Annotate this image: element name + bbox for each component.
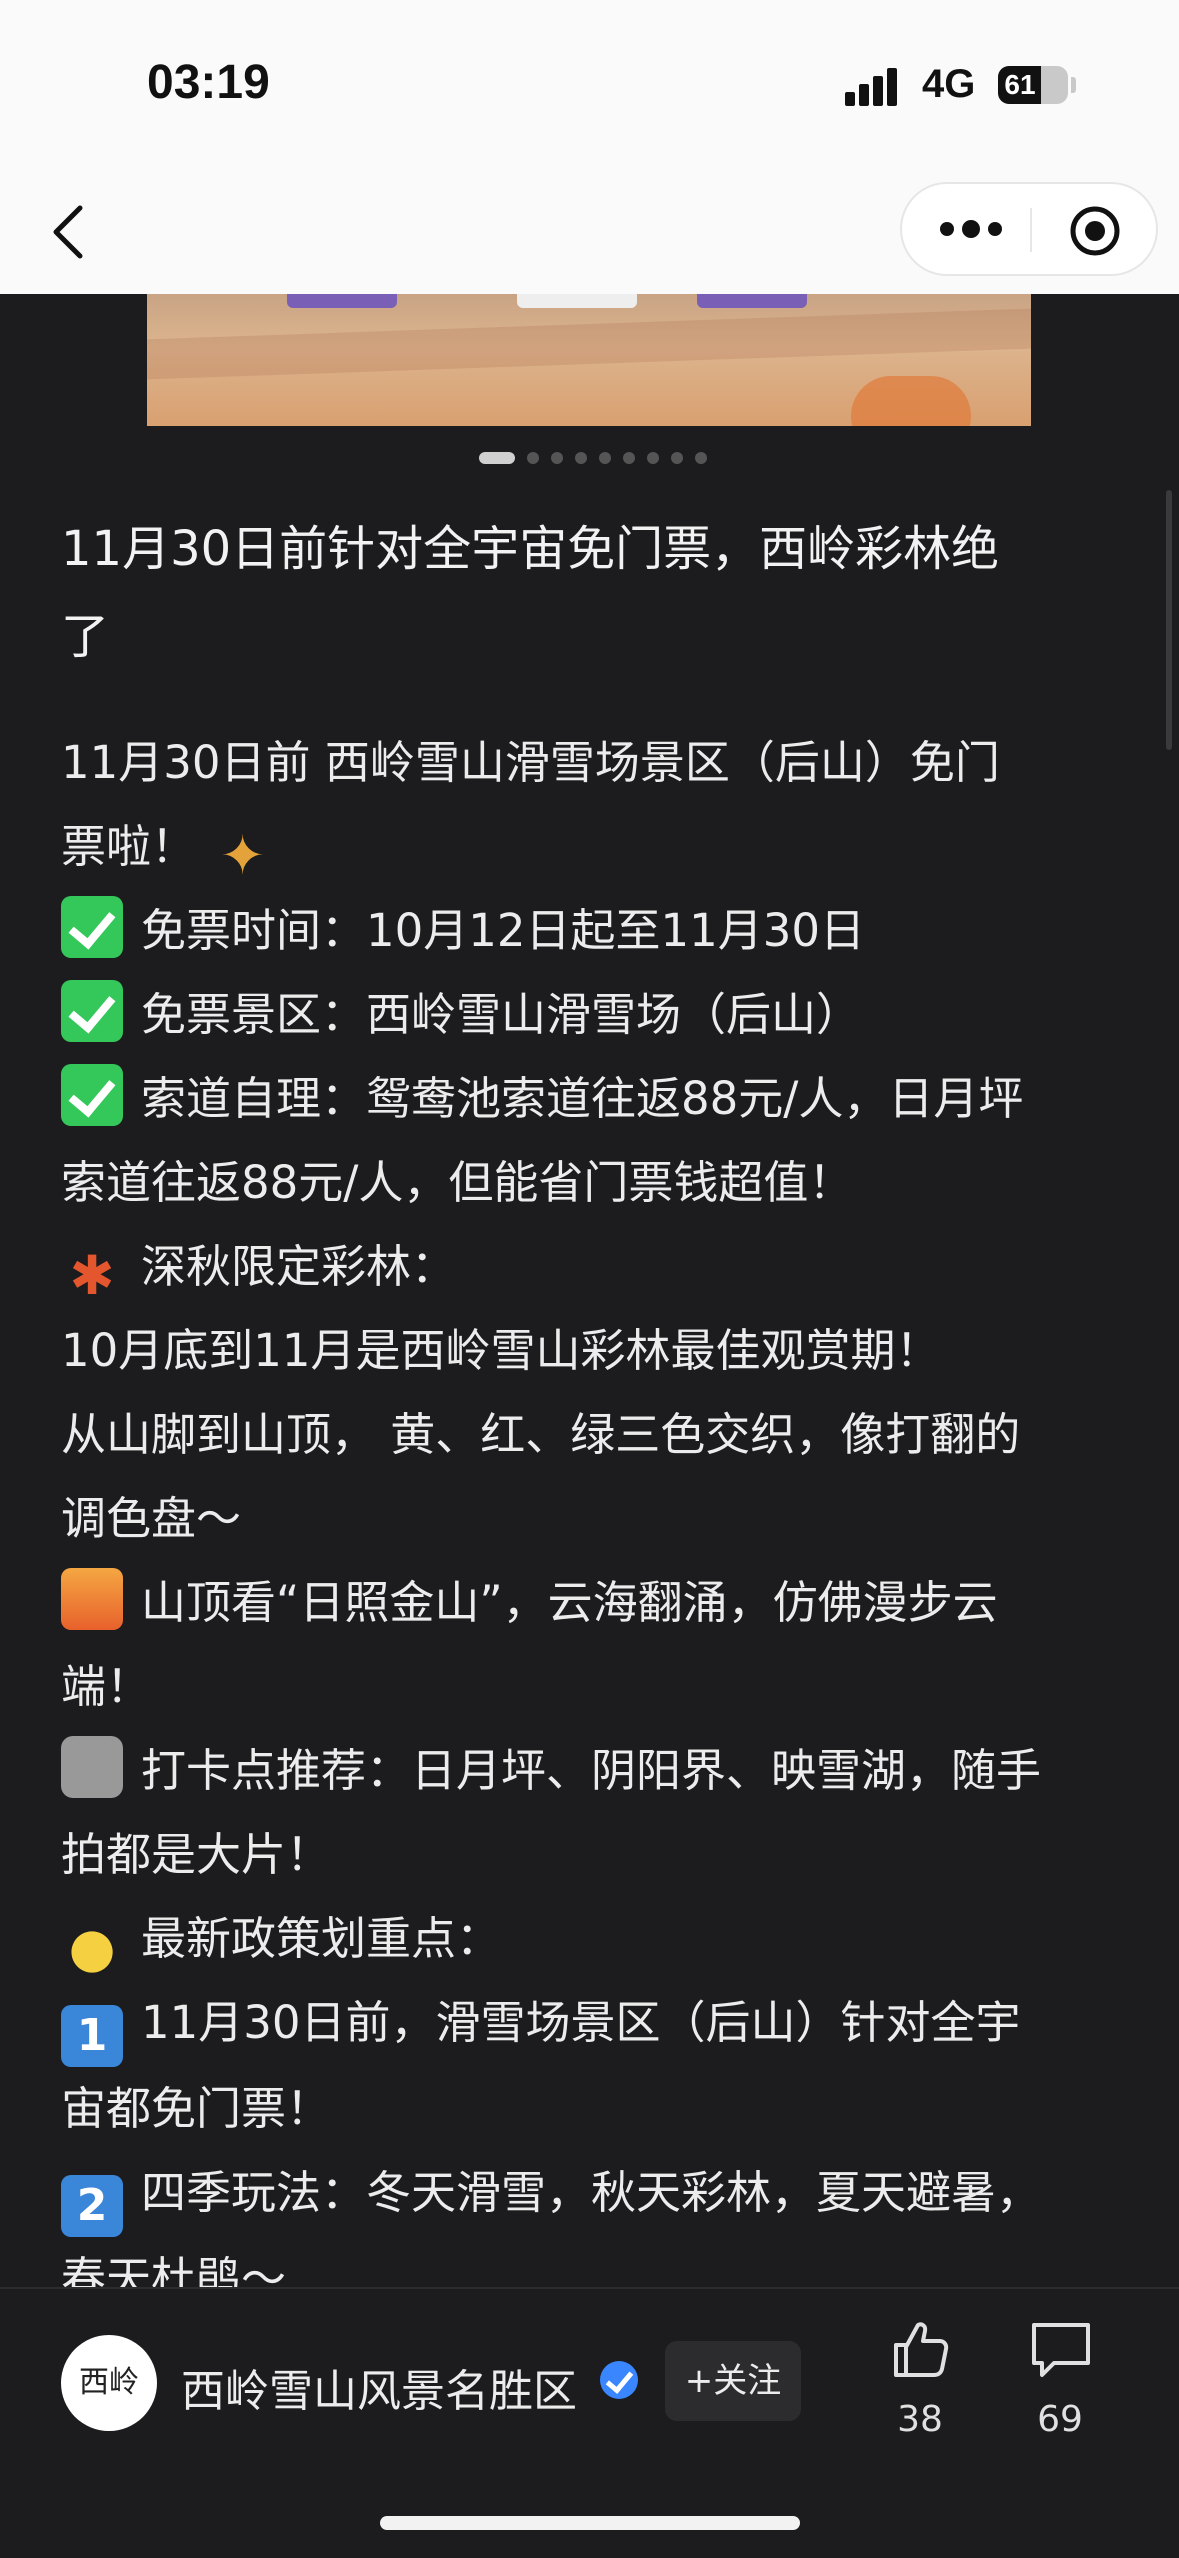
article-line-text: 四季玩法：冬天滑雪，秋天彩林，夏天避暑， <box>141 2166 1042 2219</box>
article-line-text: 索道往返88元/人，但能省门票钱超值！ <box>61 1156 854 1209</box>
check-mark-icon <box>61 980 123 1042</box>
keycap-one-icon: 1 <box>61 2005 123 2067</box>
verified-badge-icon <box>600 2361 638 2399</box>
battery-level: 61 <box>1004 69 1036 100</box>
article-line: 宙都免门票！ <box>61 2067 1121 2151</box>
article-line: 索道往返88元/人，但能省门票钱超值！ <box>61 1141 1121 1225</box>
account-name[interactable]: 西岭雪山风景名胜区 <box>181 2355 577 2419</box>
banner-decoration <box>147 308 1031 380</box>
article-line-text: 打卡点推荐：日月坪、阴阳界、映雪湖，随手 <box>141 1744 1042 1797</box>
article-line: 调色盘～ <box>61 1477 1121 1561</box>
carousel-dot[interactable] <box>599 452 611 464</box>
banner-chip <box>697 294 807 308</box>
check-mark-icon <box>61 896 123 958</box>
article: 11月30日前针对全宇宙免门票，西岭彩林绝 了 11月30日前 西岭雪山滑雪场景… <box>61 505 1121 2321</box>
article-line: 票啦！ ✦ <box>61 805 1121 889</box>
article-line-text: 山顶看“日照金山”，云海翻涌，仿佛漫步云 <box>141 1576 998 1629</box>
battery-icon: 61 <box>998 66 1068 104</box>
comment-bubble-icon[interactable] <box>1028 2319 1094 2381</box>
article-line: 打卡点推荐：日月坪、阴阳界、映雪湖，随手 <box>61 1729 1121 1813</box>
article-line: 山顶看“日照金山”，云海翻涌，仿佛漫步云 <box>61 1561 1121 1645</box>
carousel-dot[interactable] <box>479 452 515 464</box>
article-line: ● 最新政策划重点： <box>61 1897 1121 1981</box>
battery-tip <box>1071 77 1076 93</box>
check-mark-icon <box>61 1064 123 1126</box>
light-bulb-icon: ● <box>68 1916 116 1979</box>
article-line-text: 从山脚到山顶， 黄、红、绿三色交织，像打翻的 <box>61 1408 1021 1461</box>
signal-icon <box>845 66 905 106</box>
article-body: 11月30日前 西岭雪山滑雪场景区（后山）免门 票啦！ ✦ 免票时间：10月12日起至… <box>61 721 1121 2321</box>
article-title-line: 11月30日前针对全宇宙免门票，西岭彩林绝 <box>61 521 1000 577</box>
article-line-text: 11月30日前 西岭雪山滑雪场景区（后山）免门 <box>61 736 1000 789</box>
like-count: 38 <box>897 2399 943 2440</box>
sunrise-icon <box>61 1568 123 1630</box>
article-line-text: 调色盘～ <box>61 1492 242 1545</box>
article-title: 11月30日前针对全宇宙免门票，西岭彩林绝 了 <box>61 505 1121 681</box>
nav-bar <box>0 170 1179 294</box>
comment-count: 69 <box>1037 2399 1083 2440</box>
status-bar: 03:19 4G 61 <box>0 0 1179 170</box>
banner-chip <box>517 294 637 308</box>
keycap-two-icon: 2 <box>61 2175 123 2237</box>
avatar[interactable]: 西岭 <box>61 2335 157 2431</box>
article-line-text: 索道自理：鸳鸯池索道往返88元/人，日月坪 <box>141 1072 1024 1125</box>
banner-decoration <box>851 376 971 426</box>
network-type: 4G <box>922 62 976 106</box>
article-line-text: 宙都免门票！ <box>61 2082 332 2135</box>
party-popper-icon: ✦ <box>220 824 266 887</box>
carousel-dot[interactable] <box>551 452 563 464</box>
mini-program-capsule <box>900 182 1158 276</box>
article-line: 端！ <box>61 1645 1121 1729</box>
article-line-text: 深秋限定彩林： <box>141 1240 457 1293</box>
banner-chip <box>287 294 397 308</box>
article-title-line: 了 <box>61 609 110 665</box>
article-line-text: 免票景区：西岭雪山滑雪场（后山） <box>141 988 862 1041</box>
carousel-dot[interactable] <box>695 452 707 464</box>
capsule-divider <box>1030 208 1032 252</box>
thumbs-up-icon[interactable] <box>888 2317 952 2381</box>
carousel-dot[interactable] <box>623 452 635 464</box>
article-line-text: 10月底到11月是西岭雪山彩林最佳观赏期！ <box>61 1324 941 1377</box>
article-line-text: 免票时间：10月12日起至11月30日 <box>141 904 866 957</box>
carousel-dot[interactable] <box>527 452 539 464</box>
follow-button[interactable]: +关注 <box>665 2341 801 2421</box>
status-time: 03:19 <box>147 56 270 109</box>
maple-leaf-icon: ✱ <box>69 1244 115 1307</box>
article-line: 1 11月30日前，滑雪场景区（后山）针对全宇 <box>61 1981 1121 2067</box>
chevron-left-icon[interactable] <box>40 200 104 264</box>
banner-image[interactable] <box>147 294 1031 426</box>
more-dots-icon[interactable] <box>932 184 1062 274</box>
carousel-indicator[interactable] <box>0 452 1179 466</box>
article-line-text: 票啦！ <box>61 820 197 873</box>
carousel-dot[interactable] <box>671 452 683 464</box>
article-line: 拍都是大片！ <box>61 1813 1121 1897</box>
home-indicator[interactable] <box>380 2516 800 2530</box>
article-line: 11月30日前 西岭雪山滑雪场景区（后山）免门 <box>61 721 1121 805</box>
article-line-text: 11月30日前，滑雪场景区（后山）针对全宇 <box>141 1996 1021 2049</box>
article-line-text: 最新政策划重点： <box>141 1912 502 1965</box>
article-line: ✱ 深秋限定彩林： <box>61 1225 1121 1309</box>
article-line-text: 端！ <box>61 1660 152 1713</box>
scrollbar[interactable] <box>1166 490 1172 750</box>
article-line: 从山脚到山顶， 黄、红、绿三色交织，像打翻的 <box>61 1393 1121 1477</box>
target-close-icon[interactable] <box>1068 204 1122 258</box>
camera-icon <box>61 1736 123 1798</box>
article-line: 免票景区：西岭雪山滑雪场（后山） <box>61 973 1121 1057</box>
article-line-text: 拍都是大片！ <box>61 1828 332 1881</box>
article-line: 10月底到11月是西岭雪山彩林最佳观赏期！ <box>61 1309 1121 1393</box>
article-line: 免票时间：10月12日起至11月30日 <box>61 889 1121 973</box>
carousel-dot[interactable] <box>647 452 659 464</box>
article-line: 索道自理：鸳鸯池索道往返88元/人，日月坪 <box>61 1057 1121 1141</box>
article-line: 2 四季玩法：冬天滑雪，秋天彩林，夏天避暑， <box>61 2151 1121 2237</box>
carousel-dot[interactable] <box>575 452 587 464</box>
